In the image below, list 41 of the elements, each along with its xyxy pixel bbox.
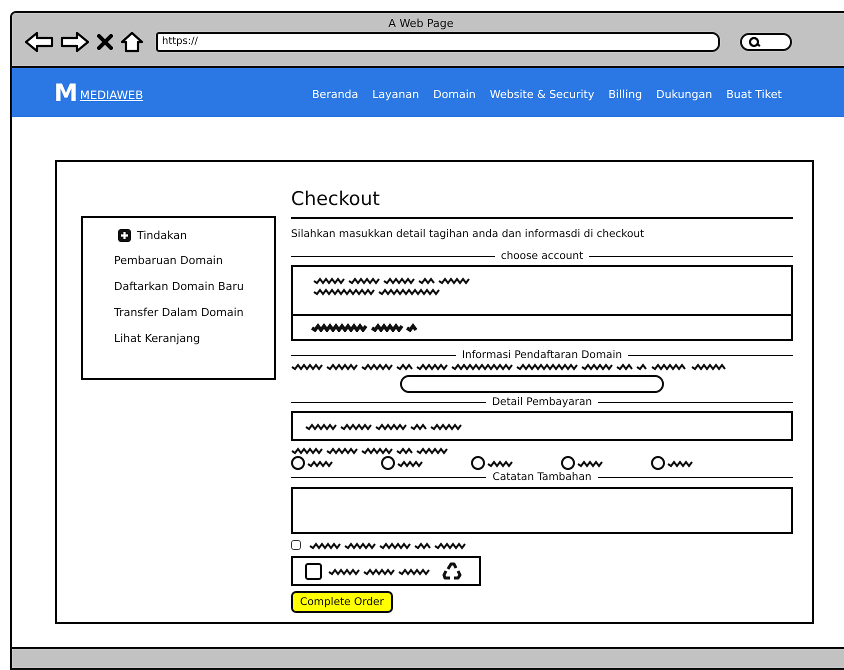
recycle-icon — [441, 561, 463, 582]
nav-link[interactable]: Website & Security — [490, 88, 594, 102]
complete-order-button[interactable]: Complete Order — [291, 591, 393, 614]
radio-button[interactable] — [291, 456, 305, 470]
radio-button[interactable] — [561, 456, 575, 470]
search-icon — [748, 36, 762, 48]
domain-input-field[interactable] — [400, 375, 664, 394]
description-text: Silahkan masukkan detail tagihan anda dan informasdi di checkout — [291, 228, 644, 240]
forward-icon[interactable] — [60, 31, 90, 53]
checkbox[interactable] — [305, 562, 322, 580]
search-field[interactable] — [740, 33, 792, 51]
sidebar-link[interactable]: Daftarkan Domain Baru — [114, 280, 274, 294]
nav-link[interactable]: Dukungan — [656, 88, 712, 102]
checkbox[interactable] — [291, 540, 301, 550]
radio-button[interactable] — [651, 456, 665, 470]
nav-link[interactable]: Buat Tiket — [726, 88, 782, 102]
nav-link[interactable]: Domain — [433, 88, 476, 102]
section-heading: choose account — [500, 250, 584, 264]
url-field[interactable]: https:// — [156, 32, 720, 52]
back-icon[interactable] — [24, 31, 54, 53]
payment-input-field[interactable] — [291, 411, 793, 442]
brand-link[interactable]: MEDIAWEB — [80, 88, 144, 105]
close-icon[interactable] — [96, 33, 114, 51]
section-heading: Informasi Pendaftaran Domain — [462, 349, 622, 362]
section-heading: Detail Pembayaran — [492, 396, 592, 410]
notes-text-area[interactable] — [291, 487, 793, 534]
home-icon[interactable] — [120, 31, 144, 53]
nav-link[interactable]: Layanan — [372, 88, 420, 102]
sidebar-link[interactable]: Transfer Dalam Domain — [114, 306, 274, 320]
nav-link[interactable]: Billing — [608, 88, 642, 102]
window-title: A Web Page — [387, 16, 455, 30]
page-title: Checkout — [291, 188, 380, 210]
sidebar-title: Tindakan — [137, 229, 188, 242]
section-heading: Catatan Tambahan — [492, 471, 592, 484]
nav-link[interactable]: Beranda — [312, 88, 358, 102]
plus-icon — [118, 229, 131, 242]
radio-button[interactable] — [471, 456, 485, 470]
logo-letter: M — [54, 80, 78, 105]
radio-button[interactable] — [381, 456, 395, 470]
sidebar-link[interactable]: Pembaruan Domain — [114, 254, 274, 268]
sidebar-link[interactable]: Lihat Keranjang — [114, 332, 274, 346]
